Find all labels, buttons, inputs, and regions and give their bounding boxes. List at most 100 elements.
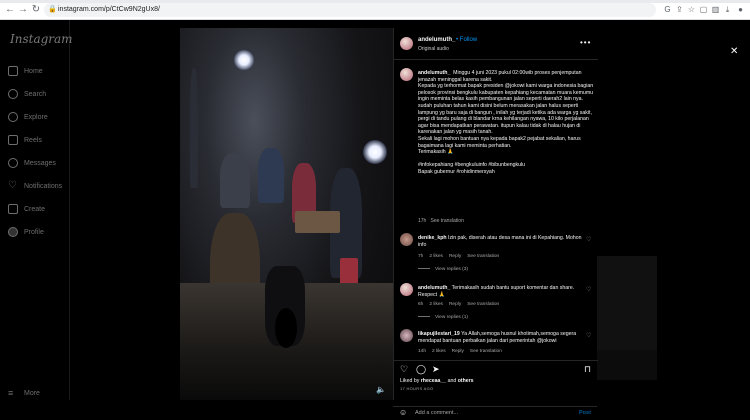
profile-avatar-icon[interactable]: ●: [735, 4, 746, 16]
sidebar-item-profile[interactable]: Profile: [8, 225, 68, 239]
comment-time: 7h: [418, 254, 424, 259]
sidebar-item-more[interactable]: ≡ More: [8, 386, 68, 400]
view-replies-button[interactable]: View replies (3): [418, 267, 468, 272]
sidebar-item-label: Messages: [24, 159, 56, 167]
sidebar-item-notifications[interactable]: ♡ Notifications: [8, 179, 68, 193]
follow-label: Follow: [459, 37, 478, 43]
comment-likes[interactable]: 2 likes: [429, 254, 443, 259]
liked-by-prefix: Liked by: [400, 378, 421, 384]
browser-toolbar: ← → ↻ 🔒 instagram.com/p/CtCw9N2gUx8/ G ⇪…: [0, 0, 750, 20]
see-translation-link[interactable]: See translation: [470, 349, 502, 354]
post-actions: ♡ ◯ ➤ ⊓ Liked by rheceaa__ and others 17…: [394, 360, 598, 400]
lamp-light: [234, 50, 254, 70]
comment-meta: 7h 2 likes Reply See translation: [418, 254, 499, 259]
more-options-icon[interactable]: •••: [580, 38, 591, 47]
see-translation-link[interactable]: See translation: [467, 302, 499, 307]
comment-meta: 6h 2 likes Reply See translation: [418, 302, 499, 307]
reply-button[interactable]: Reply: [449, 302, 461, 307]
sidebar-item-label: More: [24, 389, 40, 397]
lamp-light: [363, 140, 387, 164]
comment-username[interactable]: andelumuth_: [418, 285, 450, 291]
avatar[interactable]: [400, 283, 413, 296]
author-username[interactable]: andelumuth_: [418, 37, 455, 43]
instagram-page: Instagram Home Search Explore Reels Mess…: [0, 20, 750, 417]
bookmark-star-icon[interactable]: ☆: [686, 4, 697, 16]
post-header: andelumuth_ • Follow Original audio •••: [394, 28, 598, 60]
sidebar-item-label: Notifications: [24, 182, 63, 190]
profile-icon: [8, 227, 18, 237]
comment-likes[interactable]: 2 likes: [429, 302, 443, 307]
sidebar-item-label: Search: [24, 90, 47, 98]
save-bookmark-icon[interactable]: ⊓: [584, 364, 591, 375]
sidebar: Instagram Home Search Explore Reels Mess…: [0, 20, 73, 400]
liked-by-others[interactable]: others: [458, 378, 474, 384]
like-comment-heart-icon[interactable]: ♡: [586, 286, 591, 293]
split-icon[interactable]: ▥: [710, 4, 721, 16]
liked-by: Liked by rheceaa__ and others: [400, 378, 474, 384]
share-icon[interactable]: ➤: [432, 364, 440, 375]
forward-icon[interactable]: →: [17, 4, 29, 16]
avatar[interactable]: [400, 329, 413, 342]
avatar[interactable]: [400, 68, 413, 81]
like-comment-heart-icon[interactable]: ♡: [586, 236, 591, 243]
lock-icon: 🔒: [48, 6, 57, 13]
like-heart-icon[interactable]: ♡: [400, 364, 408, 375]
post-details-panel: andelumuth_ • Follow Original audio ••• …: [393, 28, 598, 400]
sidebar-item-search[interactable]: Search: [8, 87, 68, 101]
instagram-logo[interactable]: Instagram: [10, 32, 73, 46]
share-icon[interactable]: ⇪: [674, 4, 685, 16]
search-icon: [8, 89, 18, 99]
comment-username[interactable]: denike_kph: [418, 235, 447, 241]
comment-item: likapujilestari_19 Ya Allah,semoga husnu…: [418, 331, 582, 344]
sidebar-item-label: Profile: [24, 228, 44, 236]
sidebar-item-label: Home: [24, 67, 43, 75]
address-bar[interactable]: 🔒 instagram.com/p/CtCw9N2gUx8/: [44, 3, 656, 17]
heart-icon: ♡: [8, 180, 17, 191]
explore-icon: [8, 112, 18, 122]
menu-icon: ≡: [8, 388, 14, 398]
sidebar-item-messages[interactable]: Messages: [8, 156, 68, 170]
create-icon: [8, 204, 18, 214]
view-replies-label: View replies (3): [435, 267, 468, 272]
sidebar-item-reels[interactable]: Reels: [8, 133, 68, 147]
reply-button[interactable]: Reply: [452, 349, 464, 354]
reload-icon[interactable]: ↻: [30, 4, 42, 16]
volume-icon[interactable]: 🔈: [376, 385, 386, 394]
caption-meta: 17h See translation: [418, 218, 464, 224]
emoji-icon[interactable]: ☺: [399, 408, 407, 417]
avatar[interactable]: [400, 37, 413, 50]
sidebar-item-explore[interactable]: Explore: [8, 110, 68, 124]
google-lens-icon[interactable]: G: [662, 4, 673, 16]
like-comment-heart-icon[interactable]: ♡: [586, 332, 591, 339]
audio-label[interactable]: Original audio: [418, 46, 449, 52]
download-icon[interactable]: ⤓: [722, 4, 733, 16]
comment-username[interactable]: likapujilestari_19: [418, 331, 460, 337]
comment-time: 14h: [418, 349, 427, 354]
back-icon[interactable]: ←: [4, 4, 16, 16]
reels-icon: [8, 135, 18, 145]
see-translation-link[interactable]: See translation: [467, 254, 499, 259]
caption-author[interactable]: andelumuth_: [418, 70, 450, 76]
messages-icon: [8, 158, 18, 168]
follow-button[interactable]: • Follow: [456, 37, 477, 43]
reply-button[interactable]: Reply: [449, 254, 461, 259]
add-comment-bar: ☺ Add a comment... Post: [393, 406, 597, 420]
sidebar-item-label: Create: [24, 205, 46, 213]
add-comment-input[interactable]: Add a comment...: [415, 410, 458, 416]
post-timestamp: 17 HOURS AGO: [400, 386, 434, 391]
view-replies-label: View replies (1): [435, 315, 468, 320]
sidebar-item-create[interactable]: Create: [8, 202, 68, 216]
view-replies-button[interactable]: View replies (1): [418, 315, 468, 320]
sidebar-item-home[interactable]: Home: [8, 64, 68, 78]
comment-icon[interactable]: ◯: [416, 364, 426, 375]
see-translation-link[interactable]: See translation: [431, 218, 464, 224]
post-modal: 🔈 andelumuth_ • Follow Original audio ••…: [180, 28, 598, 417]
avatar[interactable]: [400, 233, 413, 246]
post-comment-button[interactable]: Post: [579, 410, 591, 416]
extensions-icon[interactable]: ▢: [698, 4, 709, 16]
motorcycle-wheel: [275, 308, 297, 348]
close-icon[interactable]: ✕: [730, 46, 738, 57]
comment-likes[interactable]: 2 likes: [432, 349, 446, 354]
post-video[interactable]: 🔈: [180, 28, 393, 400]
liked-by-user[interactable]: rheceaa__: [421, 378, 446, 384]
